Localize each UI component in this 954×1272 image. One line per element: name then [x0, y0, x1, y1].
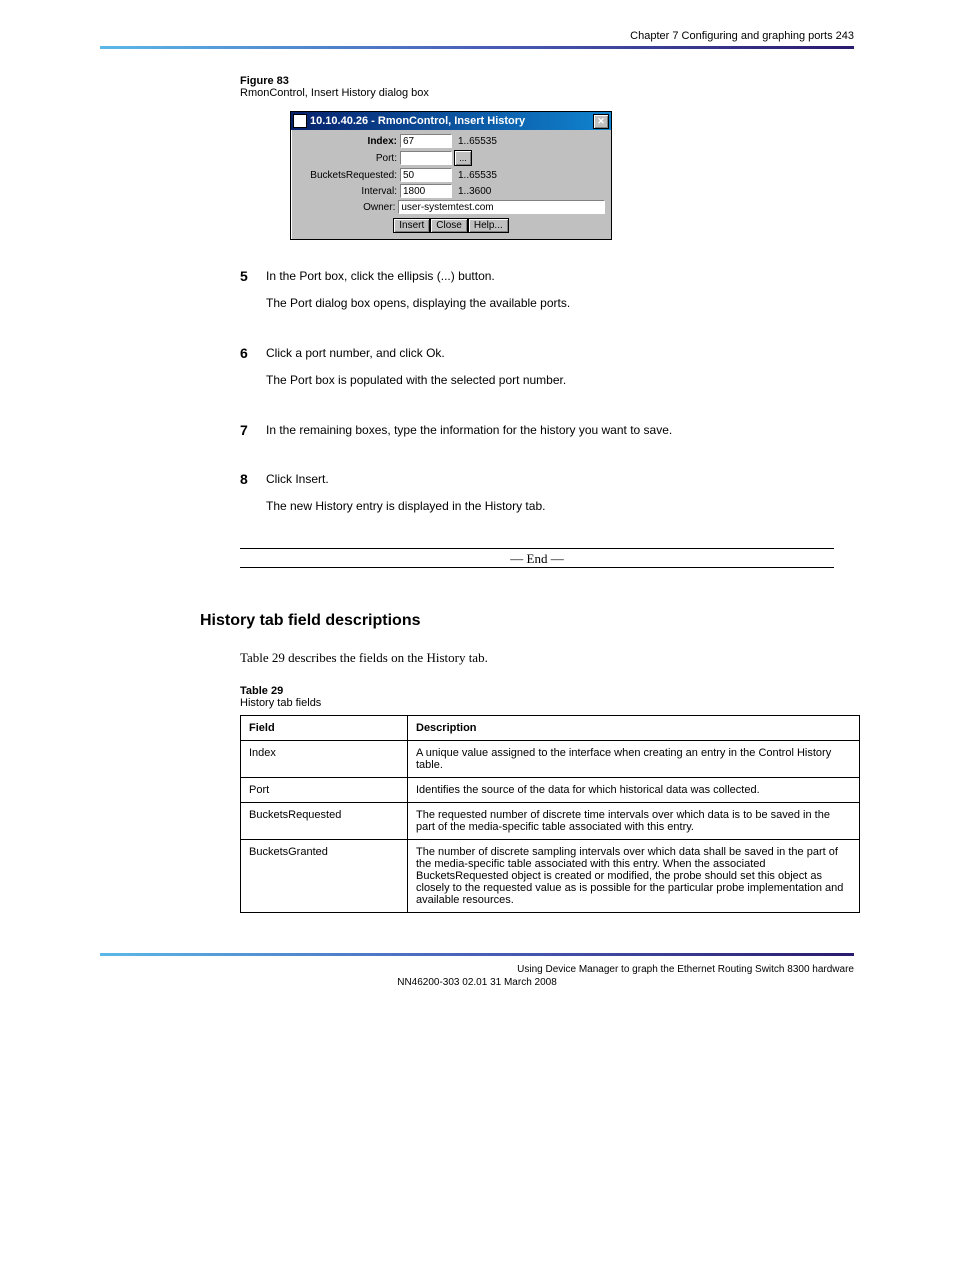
table-cell-desc: A unique value assigned to the interface… [408, 741, 860, 778]
table-row: BucketsGrantedThe number of discrete sam… [241, 840, 860, 913]
footer-right: Using Device Manager to graph the Ethern… [517, 964, 854, 975]
table-row: BucketsRequestedThe requested number of … [241, 803, 860, 840]
buckets-range: 1..65535 [458, 170, 497, 181]
step-number: 6 [240, 345, 266, 400]
step: 8Click Insert.The new History entry is d… [240, 471, 834, 526]
footer-date: NN46200-303 02.01 31 March 2008 [397, 977, 557, 988]
table-body: IndexA unique value assigned to the inte… [241, 741, 860, 913]
table-cell-field: BucketsRequested [241, 803, 408, 840]
table-cell-desc: The requested number of discrete time in… [408, 803, 860, 840]
help-button[interactable]: Help... [468, 218, 509, 233]
owner-label: Owner: [297, 202, 398, 213]
close-icon[interactable]: ✕ [593, 114, 609, 129]
section-title: History tab field descriptions [200, 612, 854, 630]
end-rule-top [240, 548, 834, 549]
index-label: Index: [297, 136, 400, 147]
step-text: In the Port box, click the ellipsis (...… [266, 268, 570, 323]
close-button[interactable]: Close [430, 218, 468, 233]
section-intro: Table 29 describes the fields on the His… [240, 648, 834, 668]
step-list: 5In the Port box, click the ellipsis (..… [240, 268, 834, 526]
table-header-desc: Description [408, 716, 860, 741]
dialog-titlebar: 10.10.40.26 - RmonControl, Insert Histor… [291, 112, 611, 130]
step-text: Click a port number, and click Ok.The Po… [266, 345, 566, 400]
owner-input[interactable] [398, 200, 605, 214]
index-range: 1..65535 [458, 136, 497, 147]
dialog-title: 10.10.40.26 - RmonControl, Insert Histor… [310, 115, 525, 127]
step: 7In the remaining boxes, type the inform… [240, 422, 834, 449]
end-text: — End — [240, 551, 834, 567]
table-caption: Table 29 History tab fields [240, 685, 854, 709]
buckets-input[interactable] [400, 168, 452, 182]
step-text: Click Insert.The new History entry is di… [266, 471, 545, 526]
step-number: 8 [240, 471, 266, 526]
insert-button[interactable]: Insert [393, 218, 430, 233]
step: 6Click a port number, and click Ok.The P… [240, 345, 834, 400]
step: 5In the Port box, click the ellipsis (..… [240, 268, 834, 323]
table-row: PortIdentifies the source of the data fo… [241, 778, 860, 803]
port-label: Port: [297, 153, 400, 164]
interval-label: Interval: [297, 186, 400, 197]
table-cell-field: Index [241, 741, 408, 778]
port-ellipsis-button[interactable]: ... [454, 150, 472, 166]
step-number: 7 [240, 422, 266, 449]
history-fields-table: Field Description IndexA unique value as… [240, 715, 860, 913]
figure-caption: Figure 83 RmonControl, Insert History di… [240, 75, 854, 99]
table-cell-desc: The number of discrete sampling interval… [408, 840, 860, 913]
buckets-label: BucketsRequested: [297, 170, 400, 181]
app-icon [293, 114, 307, 128]
end-rule-bottom [240, 567, 834, 568]
interval-input[interactable] [400, 184, 452, 198]
step-number: 5 [240, 268, 266, 323]
table-cell-desc: Identifies the source of the data for wh… [408, 778, 860, 803]
table-header-field: Field [241, 716, 408, 741]
step-text: In the remaining boxes, type the informa… [266, 422, 672, 449]
index-input[interactable] [400, 134, 452, 148]
table-row: IndexA unique value assigned to the inte… [241, 741, 860, 778]
footer-gradient [100, 953, 854, 956]
table-cell-field: BucketsGranted [241, 840, 408, 913]
insert-history-dialog: 10.10.40.26 - RmonControl, Insert Histor… [290, 111, 612, 240]
table-cell-field: Port [241, 778, 408, 803]
header-chapter: Chapter 7 Configuring and graphing ports… [100, 30, 854, 42]
interval-range: 1..3600 [458, 186, 491, 197]
port-input[interactable] [400, 151, 452, 165]
